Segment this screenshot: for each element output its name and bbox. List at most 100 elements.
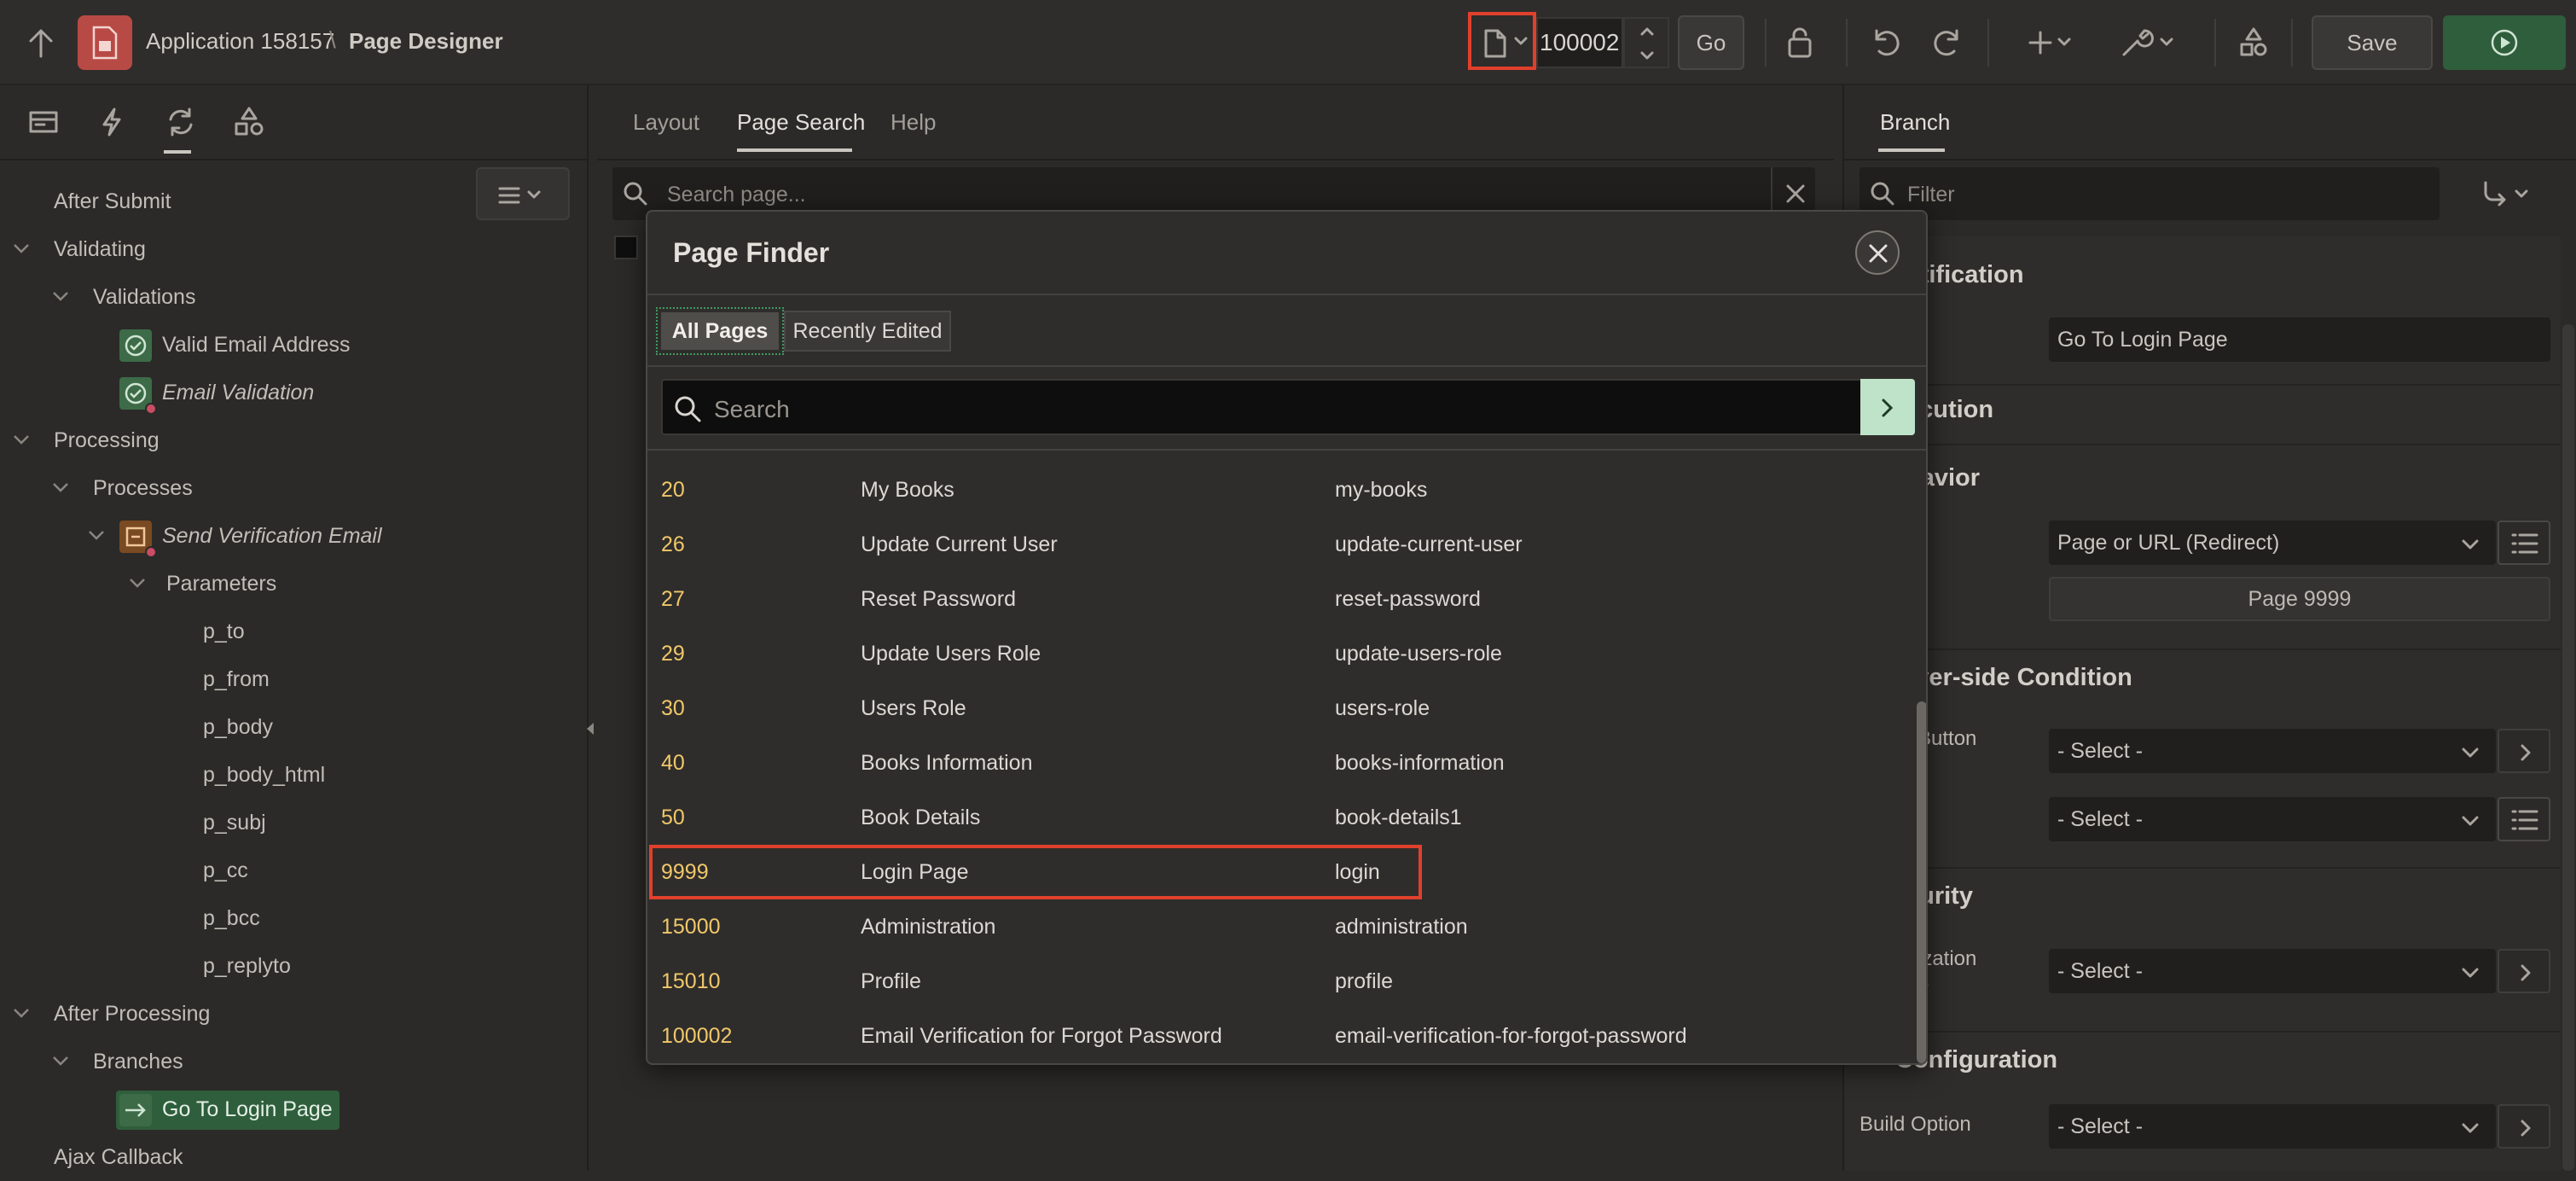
tree-node[interactable]: Branches [0,1038,589,1085]
tree-node[interactable]: p_body_html [0,751,589,799]
dialog-scrollbar[interactable] [1917,701,1926,1063]
tree-node[interactable]: Processing [0,416,589,464]
save-button[interactable]: Save [2312,15,2433,70]
chevron-down-icon[interactable] [51,481,70,493]
build-option-select[interactable]: - Select - [2049,1104,2496,1149]
close-icon [1868,243,1888,264]
section-server-side-condition[interactable]: rver-side Condition [1906,664,2132,692]
clear-icon[interactable] [1784,183,1807,205]
tree-node[interactable]: Processes [0,464,589,512]
go-to-button[interactable] [2498,949,2550,993]
tree-node[interactable]: Ajax Callback [0,1133,589,1181]
close-button[interactable] [1855,230,1900,275]
tree-node[interactable]: p_replyto [0,942,589,990]
tree-node-label: Valid Email Address [162,333,351,357]
tree-node[interactable]: After Submit [0,177,589,225]
undo-icon[interactable] [1868,26,1902,60]
tree-node[interactable]: Validating [0,225,589,273]
authorization-select[interactable]: - Select - [2049,949,2496,993]
tree-node[interactable]: Send Verification Email [0,512,589,560]
tab-layout[interactable]: Layout [633,109,699,136]
spinner-down-icon[interactable] [1639,51,1655,60]
table-row[interactable]: 26 Update Current User update-current-user [647,517,1910,572]
redo-icon[interactable] [1931,26,1965,60]
tree-node[interactable]: p_body [0,703,589,751]
tree-node[interactable]: Email Validation [0,369,589,416]
page-number-spinner[interactable] [1623,17,1669,68]
go-button[interactable]: Go [1678,15,1744,70]
filter-field[interactable]: Filter [1859,167,2440,220]
tree-node[interactable]: p_from [0,655,589,703]
right-scrollbar[interactable] [2562,324,2574,1171]
collapse-panel-handle[interactable] [585,721,595,736]
left-panel: After Submit Validating Validations Valid E… [0,85,594,1171]
tree-node-label: p_body_html [203,763,326,787]
go-to-group-icon[interactable] [2482,179,2537,210]
tree-node[interactable]: Go To Login Page [0,1085,589,1133]
tree-node[interactable]: p_to [0,608,589,655]
tree-node[interactable]: p_bcc [0,894,589,942]
up-arrow-icon[interactable] [26,26,56,60]
dialog-search-input[interactable]: Search [661,379,1862,435]
table-row[interactable]: 50 Book Details book-details1 [647,790,1910,845]
tab-help[interactable]: Help [891,109,936,136]
chevron-right-icon [1881,398,1894,418]
page-number-input[interactable]: 100002 [1536,17,1623,68]
app-icon[interactable] [78,15,132,70]
table-row[interactable]: 20 My Books my-books [647,463,1910,517]
table-row[interactable]: 40 Books Information books-information [647,736,1910,790]
breadcrumb-app[interactable]: Application 158157 [146,28,334,55]
tree-node[interactable]: Parameters [0,560,589,608]
rendering-icon[interactable] [29,109,58,135]
filter-recently-edited[interactable]: Recently Edited [784,311,951,352]
tab-page-search[interactable]: Page Search [737,109,865,136]
tree-node[interactable]: p_subj [0,799,589,846]
chevron-down-icon[interactable] [87,529,106,541]
tree-node[interactable]: Validations [0,273,589,321]
condition-type-select[interactable]: - Select - [2049,797,2496,841]
spinner-up-icon[interactable] [1639,27,1655,36]
tree-node[interactable]: After Processing [0,990,589,1038]
list-button[interactable] [2498,521,2550,565]
go-to-button[interactable] [2498,1104,2550,1149]
when-button-select[interactable]: - Select - [2049,729,2496,773]
page-finder-button[interactable] [1468,12,1536,70]
target-button[interactable]: Page 9999 [2049,577,2550,621]
filter-all-pages[interactable]: All Pages [661,312,779,350]
toolbar-divider [2291,19,2293,67]
modified-indicator [145,403,157,415]
tree-node[interactable]: p_cc [0,846,589,894]
dynamic-actions-icon[interactable] [99,108,125,137]
table-row[interactable]: 30 Users Role users-role [647,681,1910,736]
search-submit-button[interactable] [1860,379,1915,435]
shapes-icon[interactable] [2237,26,2271,60]
page-alias: administration [1335,915,1468,939]
tree-node[interactable]: Valid Email Address [0,321,589,369]
filter-all-pages-focus: All Pages [656,307,784,355]
branch-type-select[interactable]: Page or URL (Redirect) [2049,521,2496,565]
list-button[interactable] [2498,797,2550,841]
table-row[interactable]: 29 Update Users Role update-users-role [647,626,1910,681]
match-case-checkbox[interactable] [614,236,638,259]
name-input[interactable]: Go To Login Page [2049,317,2550,362]
lock-icon[interactable] [1783,26,1817,60]
plus-icon[interactable] [2028,29,2076,56]
chevron-down-icon[interactable] [51,1055,70,1067]
tree-node-label: p_from [203,667,270,691]
chevron-down-icon[interactable] [12,1007,31,1019]
processing-icon[interactable] [165,108,196,137]
run-button[interactable] [2443,15,2566,70]
table-row[interactable]: 100002 Email Verification for Forgot Pass… [647,1009,1910,1063]
go-to-button[interactable] [2498,729,2550,773]
tab-branch[interactable]: Branch [1880,109,1950,136]
chevron-down-icon[interactable] [128,577,147,589]
chevron-down-icon[interactable] [12,242,31,254]
table-row[interactable]: 15010 Profile profile [647,954,1910,1009]
table-row[interactable]: 15000 Administration administration [647,899,1910,954]
shared-components-icon[interactable] [234,106,264,138]
chevron-down-icon[interactable] [51,290,70,302]
chevron-down-icon[interactable] [12,433,31,445]
table-row[interactable]: 27 Reset Password reset-password [647,572,1910,626]
table-row[interactable]: 9999 Login Page login [647,845,1910,899]
wrench-icon[interactable] [2119,26,2179,60]
